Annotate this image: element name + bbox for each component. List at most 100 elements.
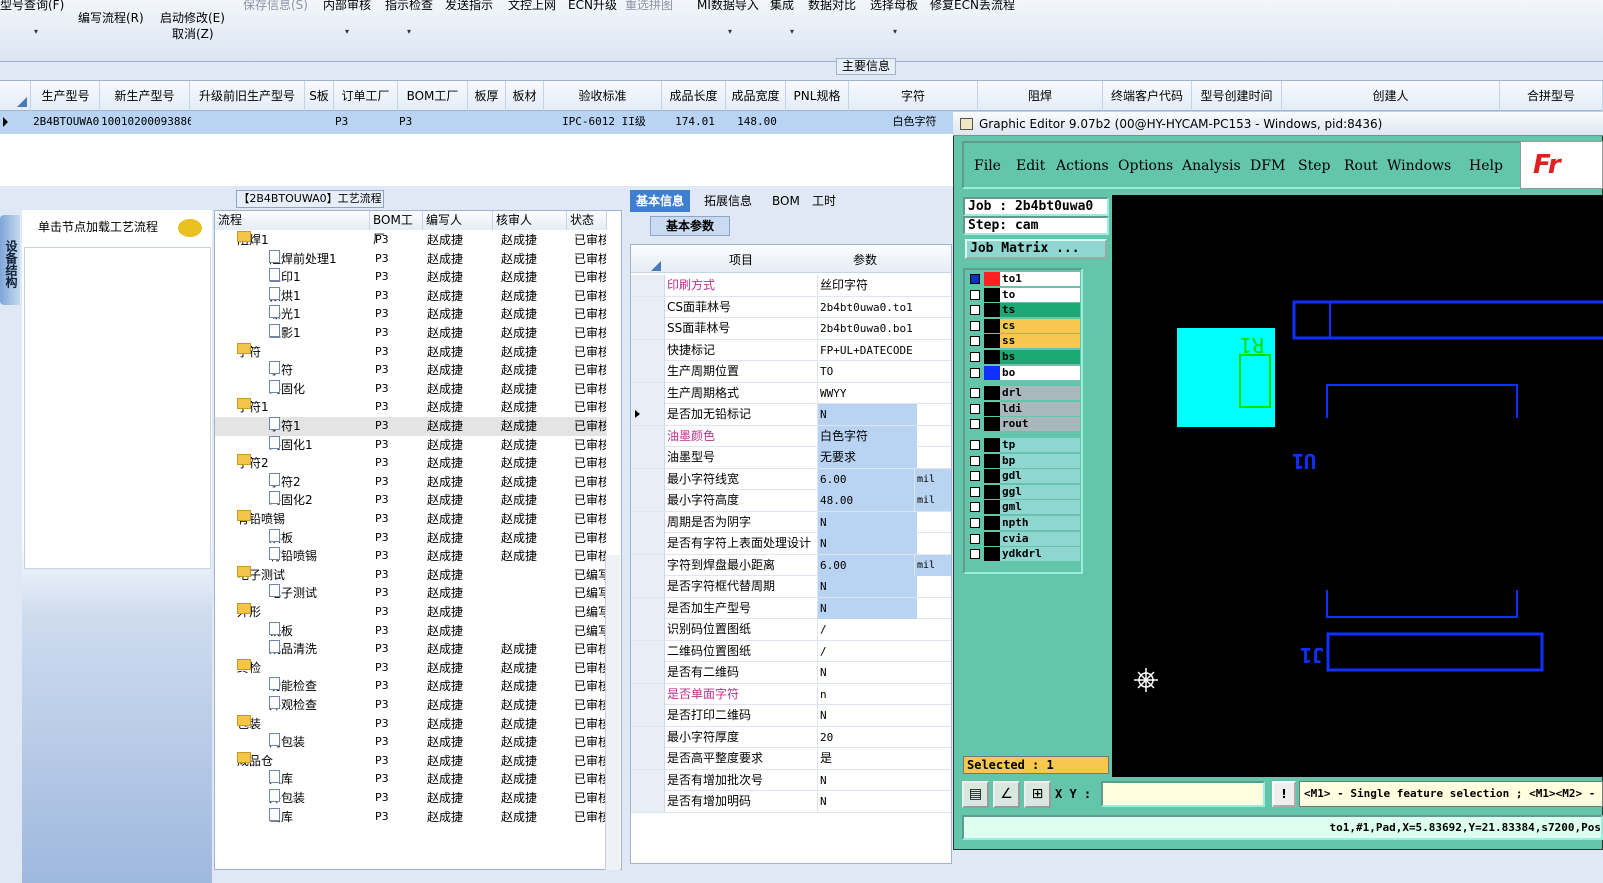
grid-cell[interactable]: IPC-6012 II级 bbox=[545, 111, 663, 133]
tree-node[interactable]: 铣板 bbox=[269, 621, 293, 640]
tree-row[interactable]: 预烘1 P3 赵成捷 赵成捷 已审核 bbox=[215, 286, 607, 306]
warning-button[interactable]: ! bbox=[1272, 781, 1296, 807]
layer-checkbox[interactable] bbox=[970, 336, 980, 347]
param-row[interactable]: 最小字符高度 48.00 mil bbox=[631, 490, 951, 512]
layer-name[interactable]: rout bbox=[1000, 417, 1080, 432]
param-value[interactable]: / bbox=[817, 619, 917, 640]
ge-menu-step[interactable]: Step bbox=[1298, 158, 1330, 174]
layer-name[interactable]: npth bbox=[1000, 516, 1080, 530]
param-value[interactable]: N bbox=[817, 769, 917, 791]
tree-node[interactable]: −字符1 bbox=[237, 398, 269, 416]
layer-name[interactable]: tp bbox=[1000, 438, 1080, 452]
layer-checkbox[interactable] bbox=[970, 440, 980, 450]
tree-col-header[interactable]: BOM工厂 bbox=[370, 211, 423, 246]
zoom-fit-icon[interactable]: ∠ bbox=[993, 781, 1020, 808]
layer-checkbox[interactable] bbox=[970, 455, 980, 466]
tree-row[interactable]: −外形 P3 赵成捷 已编写 bbox=[215, 603, 607, 622]
layer-name[interactable]: gdl bbox=[1000, 469, 1080, 484]
grid-cell[interactable]: 148.00 bbox=[727, 111, 787, 133]
tree-row[interactable]: 终固化 P3 赵成捷 赵成捷 已审核 bbox=[215, 379, 607, 399]
dropdown-arrow-icon[interactable]: ▾ bbox=[345, 27, 349, 36]
param-value[interactable]: N bbox=[817, 705, 917, 726]
tree-row[interactable]: 功能检查 P3 赵成捷 赵成捷 已审核 bbox=[215, 677, 607, 696]
param-row[interactable]: 快捷标记 FP+UL+DATECODE bbox=[631, 339, 951, 361]
param-value[interactable]: / bbox=[817, 640, 917, 662]
param-value[interactable]: 是 bbox=[817, 748, 917, 769]
grid-cell[interactable]: 2B4BTOUWA0 bbox=[33, 111, 101, 133]
layer-name[interactable]: ss bbox=[1000, 334, 1080, 349]
tree-row[interactable]: 入库 P3 赵成捷 赵成捷 已审核 bbox=[215, 770, 607, 789]
tree-row[interactable]: 出库 P3 赵成捷 赵成捷 已审核 bbox=[215, 807, 607, 827]
param-value[interactable]: 2b4bt0uwa0.to1 bbox=[817, 296, 917, 318]
tree-row[interactable]: 外观检查 P3 赵成捷 赵成捷 已审核 bbox=[215, 696, 607, 715]
grid-col-header[interactable]: 验收标准 bbox=[544, 81, 662, 111]
layer-name[interactable]: bp bbox=[1000, 453, 1080, 468]
tree-node[interactable]: 入库 bbox=[269, 770, 293, 788]
tree-node[interactable]: −成品仓 bbox=[237, 751, 273, 770]
param-row[interactable]: 印刷方式 丝印字符 bbox=[631, 275, 951, 297]
grid-col-header[interactable]: BOM工厂 bbox=[398, 81, 468, 111]
ribbon-button-9[interactable]: 重选拼图 bbox=[625, 0, 673, 13]
param-value[interactable]: 20 bbox=[817, 726, 917, 748]
param-value[interactable]: 无要求 bbox=[817, 447, 917, 468]
tree-row[interactable]: −成品仓 P3 赵成捷 赵成捷 已审核 bbox=[215, 751, 607, 771]
cancel-modify-button[interactable]: 取消(Z) bbox=[172, 25, 214, 42]
tree-scrollbar[interactable] bbox=[605, 555, 620, 870]
tree-node[interactable]: 外包装 bbox=[269, 789, 305, 807]
tree-row[interactable]: −字符1 P3 赵成捷 赵成捷 已审核 bbox=[215, 398, 607, 417]
tree-node[interactable]: 烘板 bbox=[269, 528, 293, 547]
tree-node[interactable]: 预烘1 bbox=[269, 286, 301, 305]
tree-node[interactable]: 成品清洗 bbox=[269, 640, 317, 658]
param-row[interactable]: 是否高平整度要求 是 bbox=[631, 748, 951, 770]
param-col-item[interactable]: 项目 bbox=[729, 251, 753, 268]
param-row[interactable]: 是否有增加批次号 N bbox=[631, 769, 951, 791]
tree-col-header[interactable]: 流程 bbox=[215, 211, 370, 230]
grid-cell[interactable]: P3 bbox=[399, 111, 469, 133]
layer-checkbox[interactable] bbox=[970, 289, 980, 300]
tree-node[interactable]: 终固化 bbox=[269, 379, 305, 398]
param-row[interactable]: 是否有字符上表面处理设计 N bbox=[631, 533, 951, 555]
ribbon-button-14[interactable]: 修复ECN丢流程 bbox=[930, 0, 1015, 13]
param-value[interactable]: N bbox=[817, 576, 917, 597]
graphic-canvas[interactable]: R1 U1 J1 bbox=[1112, 195, 1603, 777]
ge-menu-help[interactable]: Help bbox=[1469, 158, 1503, 174]
tree-node[interactable]: −字符2 bbox=[237, 454, 269, 472]
tree-node[interactable]: 终固化1 bbox=[269, 435, 313, 454]
layer-row[interactable]: cvia bbox=[968, 531, 1080, 546]
layer-row[interactable]: drl bbox=[968, 386, 1080, 401]
param-row[interactable]: 最小字符线宽 6.00 mil bbox=[631, 468, 951, 490]
layer-name[interactable]: cs bbox=[1000, 318, 1080, 333]
layer-checkbox[interactable] bbox=[970, 502, 980, 513]
ribbon-button-5[interactable]: 指示检查 bbox=[385, 0, 433, 13]
layer-row[interactable]: npth bbox=[968, 516, 1080, 530]
ge-menu-dfm[interactable]: DFM bbox=[1250, 158, 1285, 174]
ge-menu-analysis[interactable]: Analysis bbox=[1182, 158, 1241, 174]
tree-node[interactable]: 出库 bbox=[269, 807, 293, 826]
dropdown-arrow-icon[interactable]: ▾ bbox=[407, 27, 411, 36]
tree-node[interactable]: −字符 bbox=[237, 342, 261, 361]
ge-menu-actions[interactable]: Actions bbox=[1056, 158, 1109, 174]
tree-row[interactable]: −终检 P3 赵成捷 赵成捷 已审核 bbox=[215, 658, 607, 678]
layer-checkbox[interactable] bbox=[970, 403, 980, 414]
ge-menu-options[interactable]: Options bbox=[1118, 158, 1173, 174]
tree-node[interactable]: −外形 bbox=[237, 603, 261, 621]
param-row[interactable]: 二维码位置图纸 / bbox=[631, 640, 951, 662]
tree-row[interactable]: 终固化2 P3 赵成捷 赵成捷 已审核 bbox=[215, 491, 607, 510]
grid-snap-icon[interactable]: ⊞ bbox=[1024, 781, 1051, 808]
layer-name[interactable]: bs bbox=[1000, 350, 1080, 364]
tree-node[interactable]: −有铅喷锡 bbox=[237, 510, 285, 528]
tree-node[interactable]: 有铅喷锡 bbox=[269, 547, 317, 565]
layer-row[interactable]: gdl bbox=[968, 469, 1080, 484]
layer-row[interactable]: to1 bbox=[968, 272, 1080, 286]
param-row[interactable]: 周期是否为阴字 N bbox=[631, 511, 951, 533]
tree-row[interactable]: −字符2 P3 赵成捷 赵成捷 已审核 bbox=[215, 454, 607, 473]
layer-row[interactable]: ss bbox=[968, 334, 1080, 349]
ge-menu-windows[interactable]: Windows bbox=[1387, 158, 1451, 174]
param-tab[interactable]: 工时 bbox=[806, 190, 842, 212]
ribbon-button-11[interactable]: 集成 bbox=[770, 0, 794, 13]
layer-row[interactable]: bs bbox=[968, 350, 1080, 364]
tree-node[interactable]: −包装 bbox=[237, 714, 261, 733]
layer-row[interactable]: ydkdrl bbox=[968, 547, 1080, 562]
param-row[interactable]: 油墨型号 无要求 bbox=[631, 447, 951, 469]
grid-col-header[interactable]: 成品宽度 bbox=[726, 81, 786, 111]
